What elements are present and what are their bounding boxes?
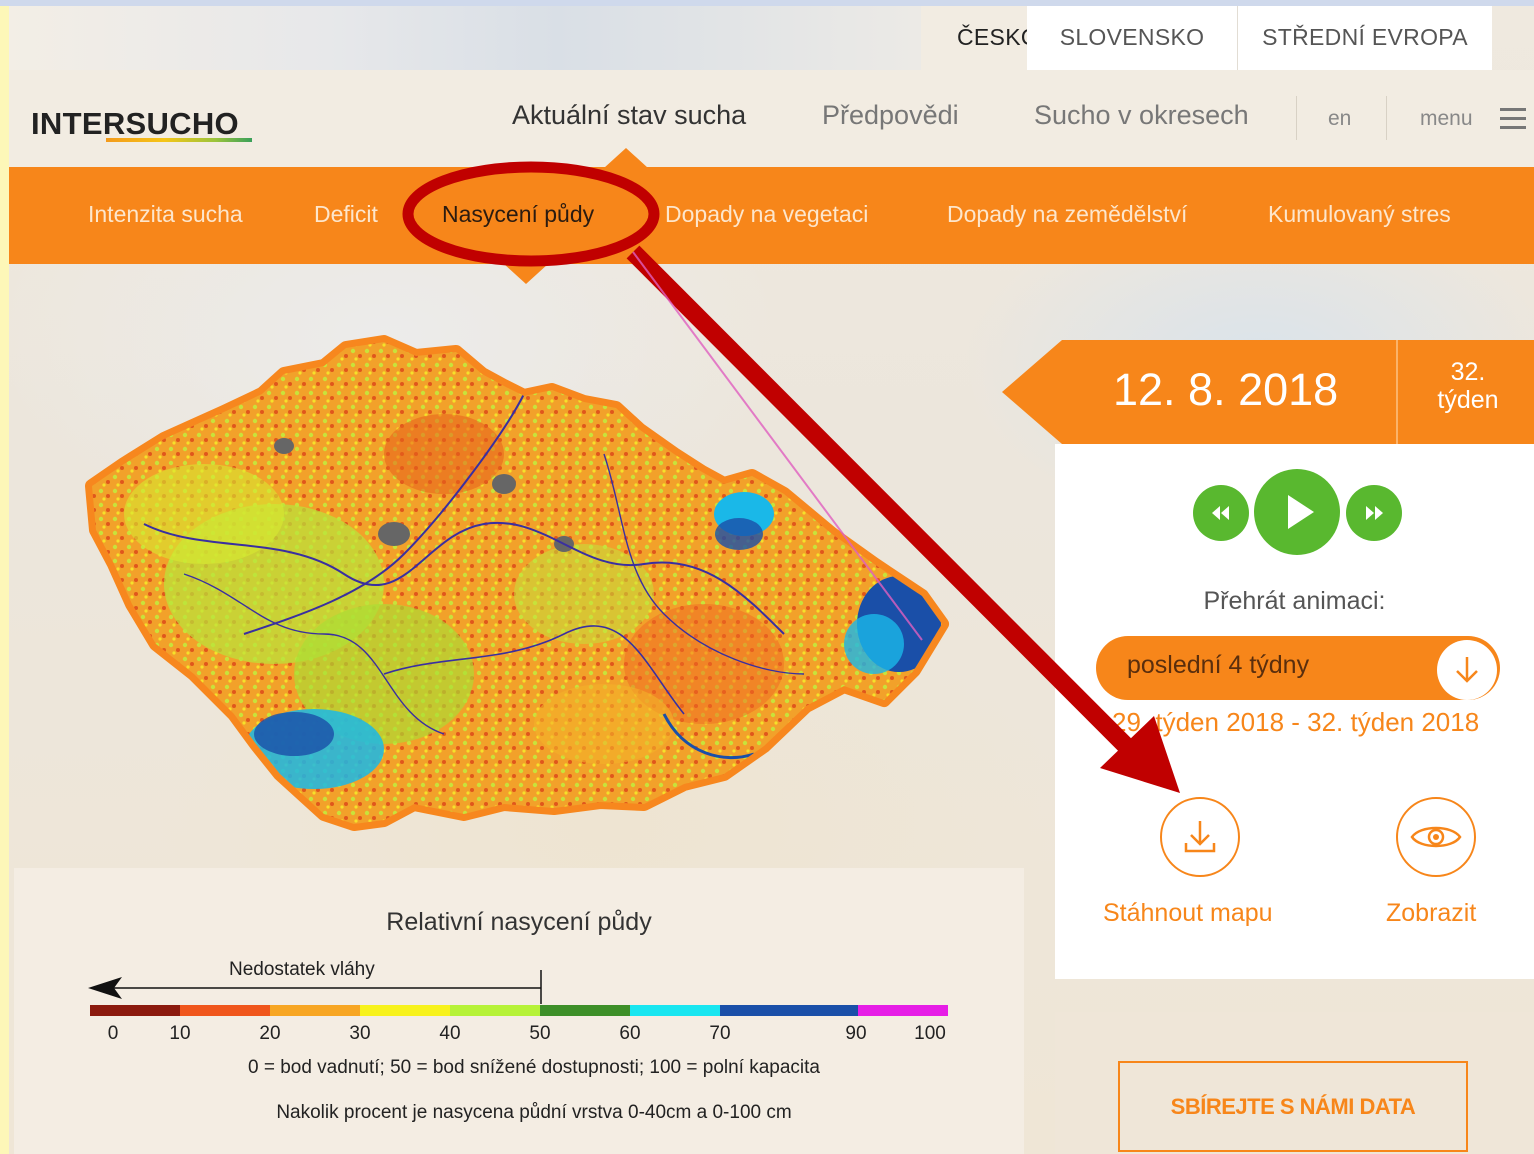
logo-underline	[106, 138, 252, 142]
legend-scale-note: 0 = bod vadnutí; 50 = bod snížené dostup…	[247, 1057, 820, 1078]
eye-icon	[1410, 826, 1462, 848]
legend-swatch	[720, 1005, 858, 1016]
legend-tick: 0	[107, 1023, 119, 1044]
legend-tick: 70	[709, 1023, 731, 1044]
view-map-button[interactable]	[1396, 797, 1476, 877]
hamburger-icon[interactable]	[1500, 108, 1526, 130]
legend-swatch	[90, 1005, 180, 1016]
view-map-label[interactable]: Zobrazit	[1386, 899, 1476, 928]
subnav-deficit[interactable]: Deficit	[314, 201, 378, 228]
legend-swatch	[858, 1005, 948, 1016]
legend-swatch	[630, 1005, 720, 1016]
subnav-dopady-na-vegetaci[interactable]: Dopady na vegetaci	[665, 201, 868, 228]
nav-aktualni-stav[interactable]: Aktuální stav sucha	[512, 100, 746, 131]
legend-swatch	[450, 1005, 540, 1016]
rewind-button[interactable]	[1193, 485, 1249, 541]
legend-tick: 30	[349, 1023, 371, 1044]
legend-tick: 50	[529, 1023, 551, 1044]
moisture-deficit-arrow	[88, 970, 542, 1004]
tab-cesko[interactable]: ČESKO	[921, 6, 1039, 70]
legend-color-scale	[90, 1005, 948, 1016]
legend-tick: 40	[439, 1023, 461, 1044]
week-number-word: týden	[1437, 386, 1499, 414]
week-number-value: 32.	[1450, 358, 1486, 386]
menu-label[interactable]: menu	[1420, 107, 1473, 131]
language-switch[interactable]: en	[1328, 107, 1351, 131]
window-frame-left	[0, 0, 9, 1154]
fast-forward-button[interactable]	[1346, 485, 1402, 541]
legend-tick: 60	[619, 1023, 641, 1044]
active-nav-indicator	[604, 148, 648, 168]
top-banner	[9, 6, 921, 70]
play-icon	[1288, 495, 1314, 529]
dropdown-arrow-button[interactable]	[1437, 640, 1497, 700]
collect-data-button[interactable]: SBÍREJTE S NÁMI DATA	[1118, 1061, 1468, 1152]
site-header: INTERSUCHO Aktuální stav sucha Předpověd…	[9, 70, 1534, 167]
legend-tick: 90	[845, 1023, 867, 1044]
week-number: 32. týden	[1418, 358, 1518, 414]
nav-predpovedi[interactable]: Předpovědi	[822, 100, 959, 131]
tab-stredni-evropa[interactable]: STŘEDNÍ EVROPA	[1237, 6, 1492, 70]
tab-slovensko[interactable]: SLOVENSKO	[1027, 6, 1237, 70]
legend-swatch	[180, 1005, 270, 1016]
arrow-down-icon	[1456, 657, 1478, 683]
download-map-button[interactable]	[1160, 797, 1240, 877]
map-legend: Relativní nasycení půdy Nedostatek vláhy…	[14, 868, 1024, 1154]
subnav-dopady-na-zemedelstvi[interactable]: Dopady na zemědělství	[947, 201, 1187, 228]
nav-sucho-v-okresech[interactable]: Sucho v okresech	[1034, 100, 1249, 131]
legend-swatch	[360, 1005, 450, 1016]
active-subnav-indicator	[504, 264, 548, 284]
legend-depth-note: Nakolik procent je nasycena půdní vrstva…	[276, 1102, 792, 1123]
legend-tick: 100	[914, 1023, 946, 1044]
animation-period-value: poslední 4 týdny	[1127, 651, 1310, 679]
nav-divider	[1386, 96, 1387, 140]
intersucho-logo[interactable]: INTERSUCHO	[31, 106, 239, 142]
country-tabs: ČESKO SLOVENSKO STŘEDNÍ EVROPA	[921, 6, 1492, 70]
current-date: 12. 8. 2018	[1113, 364, 1339, 415]
download-map-label[interactable]: Stáhnout mapu	[1103, 899, 1273, 928]
subnav-kumulovany-stres[interactable]: Kumulovaný stres	[1268, 201, 1451, 228]
legend-tick: 10	[169, 1023, 191, 1044]
logo-part-inter: INTER	[31, 106, 126, 141]
animation-label: Přehrát animaci:	[1203, 587, 1386, 615]
legend-swatch	[540, 1005, 630, 1016]
legend-swatch	[270, 1005, 360, 1016]
soil-saturation-map[interactable]	[84, 334, 950, 834]
subnav-intenzita-sucha[interactable]: Intenzita sucha	[88, 201, 243, 228]
fast-forward-icon	[1366, 506, 1383, 520]
download-icon	[1184, 821, 1216, 853]
animation-range: 29. týden 2018 - 32. týden 2018	[1112, 707, 1480, 737]
legend-tick: 20	[259, 1023, 281, 1044]
play-button[interactable]	[1254, 469, 1340, 555]
nav-divider	[1296, 96, 1297, 140]
logo-part-sucho: SUCHO	[125, 106, 239, 141]
week-divider	[1396, 340, 1398, 444]
legend-title: Relativní nasycení půdy	[386, 908, 652, 936]
rewind-icon	[1212, 506, 1229, 520]
subnav-nasyceni-pudy[interactable]: Nasycení půdy	[442, 201, 594, 228]
subnav-bar: Intenzita sucha Deficit Nasycení půdy Do…	[9, 167, 1534, 264]
